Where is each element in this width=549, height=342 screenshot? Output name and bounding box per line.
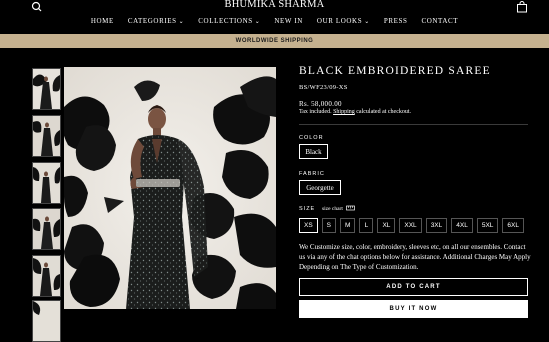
nav-label: CONTACT: [421, 17, 459, 25]
nav-home[interactable]: HOME: [91, 14, 114, 28]
size-option-xl[interactable]: XL: [377, 218, 396, 233]
product-sku: BS/WF23/09-XS: [299, 84, 348, 91]
size-option-3xl[interactable]: 3XL: [425, 218, 448, 233]
nav-new-in[interactable]: NEW IN: [274, 14, 303, 28]
tax-suffix: calculated at checkout.: [356, 109, 412, 115]
tax-prefix: Tax included.: [299, 109, 332, 115]
nav-label: OUR LOOKS: [316, 17, 363, 25]
size-option-xxl[interactable]: XXL: [399, 218, 422, 233]
main-nav: HOME CATEGORIES ⌄ COLLECTIONS ⌄ NEW IN OUR…: [0, 14, 549, 28]
size-option-6xl[interactable]: 6XL: [502, 218, 524, 233]
fabric-option-georgette[interactable]: Georgette: [299, 180, 341, 195]
size-option-4xl[interactable]: 4XL: [451, 218, 473, 233]
ruler-icon: [346, 205, 355, 213]
gallery-thumbnail[interactable]: [32, 68, 61, 110]
gallery-thumbnail[interactable]: [32, 208, 61, 250]
chevron-down-icon: ⌄: [178, 18, 185, 25]
nav-press[interactable]: PRESS: [384, 14, 408, 28]
product-price: Rs. 58,000.00: [299, 100, 342, 108]
nav-label: COLLECTIONS: [198, 17, 253, 25]
product-title: BLACK EMBROIDERED SAREE: [299, 65, 491, 77]
fabric-label: FABRIC: [299, 171, 325, 177]
nav-contact[interactable]: CONTACT: [421, 14, 458, 28]
shipping-link[interactable]: Shipping: [333, 109, 355, 115]
nav-collections[interactable]: COLLECTIONS ⌄: [198, 14, 260, 28]
size-label: SIZE: [299, 206, 316, 212]
nav-label: PRESS: [383, 17, 408, 25]
size-option-5xl[interactable]: 5XL: [476, 218, 499, 233]
site-header: BHUMIKA SHARMA HOME CATEGORIES ⌄ COLLECTI…: [0, 0, 549, 33]
nav-label: HOME: [90, 17, 114, 25]
nav-label: NEW IN: [274, 17, 303, 25]
size-option-xs[interactable]: XS: [299, 218, 318, 233]
divider: [299, 124, 528, 125]
size-chart-label: size chart: [322, 206, 343, 212]
size-option-s[interactable]: S: [321, 218, 337, 233]
gallery-thumbnail[interactable]: [32, 255, 61, 297]
brand-logo[interactable]: BHUMIKA SHARMA: [0, 0, 549, 10]
size-options: XS S M L XL XXL 3XL 4XL 5XL 6XL: [299, 218, 528, 233]
nav-categories[interactable]: CATEGORIES ⌄: [128, 14, 184, 28]
add-to-cart-button[interactable]: ADD TO CART: [299, 278, 528, 296]
product-main-image[interactable]: [64, 67, 276, 309]
shopping-bag-icon[interactable]: [516, 0, 528, 13]
gallery-thumbnail[interactable]: [32, 115, 61, 157]
nav-label: CATEGORIES: [127, 17, 177, 25]
size-option-l[interactable]: L: [359, 218, 374, 233]
customization-note: We Customize size, color, embroidery, sl…: [299, 243, 531, 271]
nav-our-looks[interactable]: OUR LOOKS ⌄: [317, 14, 370, 28]
gallery-thumbnail[interactable]: [32, 162, 61, 204]
color-option-black[interactable]: Black: [299, 144, 328, 159]
tax-note: Tax included. Shipping calculated at che…: [299, 109, 411, 115]
announcement-bar: WORLDWIDE SHIPPING: [0, 34, 549, 48]
buy-now-button[interactable]: BUY IT NOW: [299, 300, 528, 318]
size-option-m[interactable]: M: [340, 218, 356, 233]
chevron-down-icon: ⌄: [364, 18, 370, 25]
chevron-down-icon: ⌄: [254, 18, 261, 25]
color-label: COLOR: [299, 135, 324, 141]
size-chart-link[interactable]: size chart: [322, 205, 355, 213]
gallery-thumbnail[interactable]: [32, 300, 61, 342]
